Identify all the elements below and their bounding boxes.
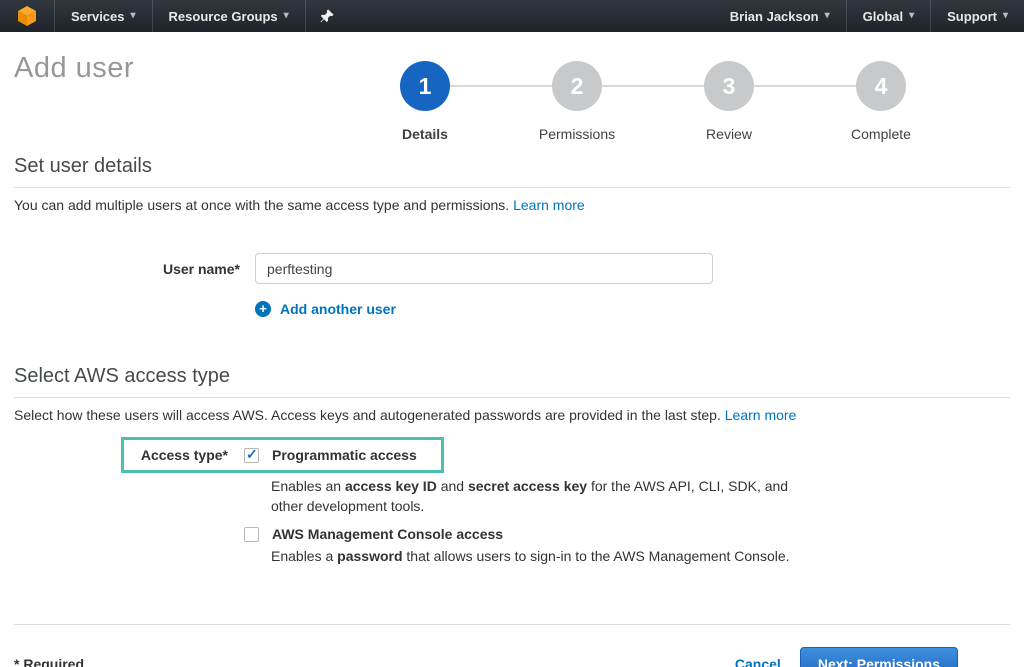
page-header: Add user 1 Details 2 Permissions 3 Revie…: [0, 32, 1024, 145]
checkmark-icon: ✓: [246, 446, 258, 463]
username-row: User name*: [14, 253, 1010, 284]
top-nav: Services ▾ Resource Groups ▾ Brian Jacks…: [0, 0, 1024, 32]
user-details-description: You can add multiple users at once with …: [14, 197, 1010, 213]
wizard-stepper: 1 Details 2 Permissions 3 Review 4 Compl…: [349, 61, 957, 142]
access-type-heading: Select AWS access type: [14, 365, 1010, 398]
console-access-checkbox[interactable]: [244, 527, 259, 542]
username-input[interactable]: [255, 253, 713, 284]
step-complete-circle: 4: [856, 61, 906, 111]
chevron-down-icon: ▾: [131, 11, 136, 21]
nav-services-menu[interactable]: Services ▾: [54, 0, 152, 32]
access-type-description: Select how these users will access AWS. …: [14, 407, 1010, 423]
nav-resource-groups-menu[interactable]: Resource Groups ▾: [152, 0, 305, 32]
nav-resource-groups-label: Resource Groups: [169, 9, 278, 24]
nav-support-menu[interactable]: Support ▾: [930, 0, 1024, 32]
chevron-down-icon: ▾: [825, 11, 830, 21]
step-permissions-circle: 2: [552, 61, 602, 111]
footer-divider: [14, 624, 1010, 625]
user-details-learn-more-link[interactable]: Learn more: [513, 197, 585, 213]
chevron-down-icon: ▾: [909, 11, 914, 21]
username-label: User name*: [14, 261, 240, 277]
step-review: 3 Review: [653, 61, 805, 142]
required-note: * Required: [14, 656, 84, 667]
step-complete-label: Complete: [851, 126, 911, 142]
pin-icon: [320, 9, 334, 23]
user-details-heading: Set user details: [14, 155, 1010, 188]
step-complete: 4 Complete: [805, 61, 957, 142]
programmatic-access-description: Enables an access key ID and secret acce…: [271, 476, 816, 516]
chevron-down-icon: ▾: [1003, 11, 1008, 21]
programmatic-access-checkbox[interactable]: ✓: [244, 448, 259, 463]
cancel-button[interactable]: Cancel: [735, 656, 781, 667]
user-details-description-text: You can add multiple users at once with …: [14, 197, 513, 213]
access-type-highlight-box: Access type* ✓ Programmatic access: [121, 437, 444, 473]
console-access-title: AWS Management Console access: [272, 526, 503, 542]
step-details-label: Details: [402, 126, 448, 142]
access-type-label: Access type*: [140, 447, 228, 463]
programmatic-access-title: Programmatic access: [272, 447, 417, 463]
aws-logo[interactable]: [0, 0, 54, 32]
nav-support-label: Support: [947, 9, 997, 24]
nav-services-label: Services: [71, 9, 125, 24]
step-permissions-label: Permissions: [539, 126, 615, 142]
next-permissions-button[interactable]: Next: Permissions: [800, 647, 958, 667]
nav-region-menu[interactable]: Global ▾: [846, 0, 930, 32]
nav-account-label: Brian Jackson: [730, 9, 819, 24]
access-type-learn-more-link[interactable]: Learn more: [725, 407, 797, 423]
footer: * Required Cancel Next: Permissions: [14, 647, 958, 667]
console-access-description: Enables a password that allows users to …: [271, 546, 816, 566]
nav-region-label: Global: [863, 9, 903, 24]
nav-account-menu[interactable]: Brian Jackson ▾: [714, 0, 846, 32]
programmatic-access-row: Access type* ✓ Programmatic access: [0, 423, 1024, 473]
step-review-label: Review: [706, 126, 752, 142]
access-type-description-text: Select how these users will access AWS. …: [14, 407, 725, 423]
page-title: Add user: [14, 52, 134, 85]
add-another-user-button[interactable]: + Add another user: [255, 301, 1010, 317]
footer-actions: Cancel Next: Permissions: [735, 647, 958, 667]
step-permissions: 2 Permissions: [501, 61, 653, 142]
console-access-row: AWS Management Console access: [244, 526, 1010, 542]
nav-right-group: Brian Jackson ▾ Global ▾ Support ▾: [714, 0, 1024, 32]
step-review-circle: 3: [704, 61, 754, 111]
step-details-circle: 1: [400, 61, 450, 111]
nav-pin-shortcut[interactable]: [305, 0, 348, 32]
chevron-down-icon: ▾: [284, 11, 289, 21]
aws-cube-icon: [15, 4, 39, 28]
plus-icon: +: [255, 301, 271, 317]
add-another-user-label: Add another user: [280, 301, 396, 317]
step-details: 1 Details: [349, 61, 501, 142]
